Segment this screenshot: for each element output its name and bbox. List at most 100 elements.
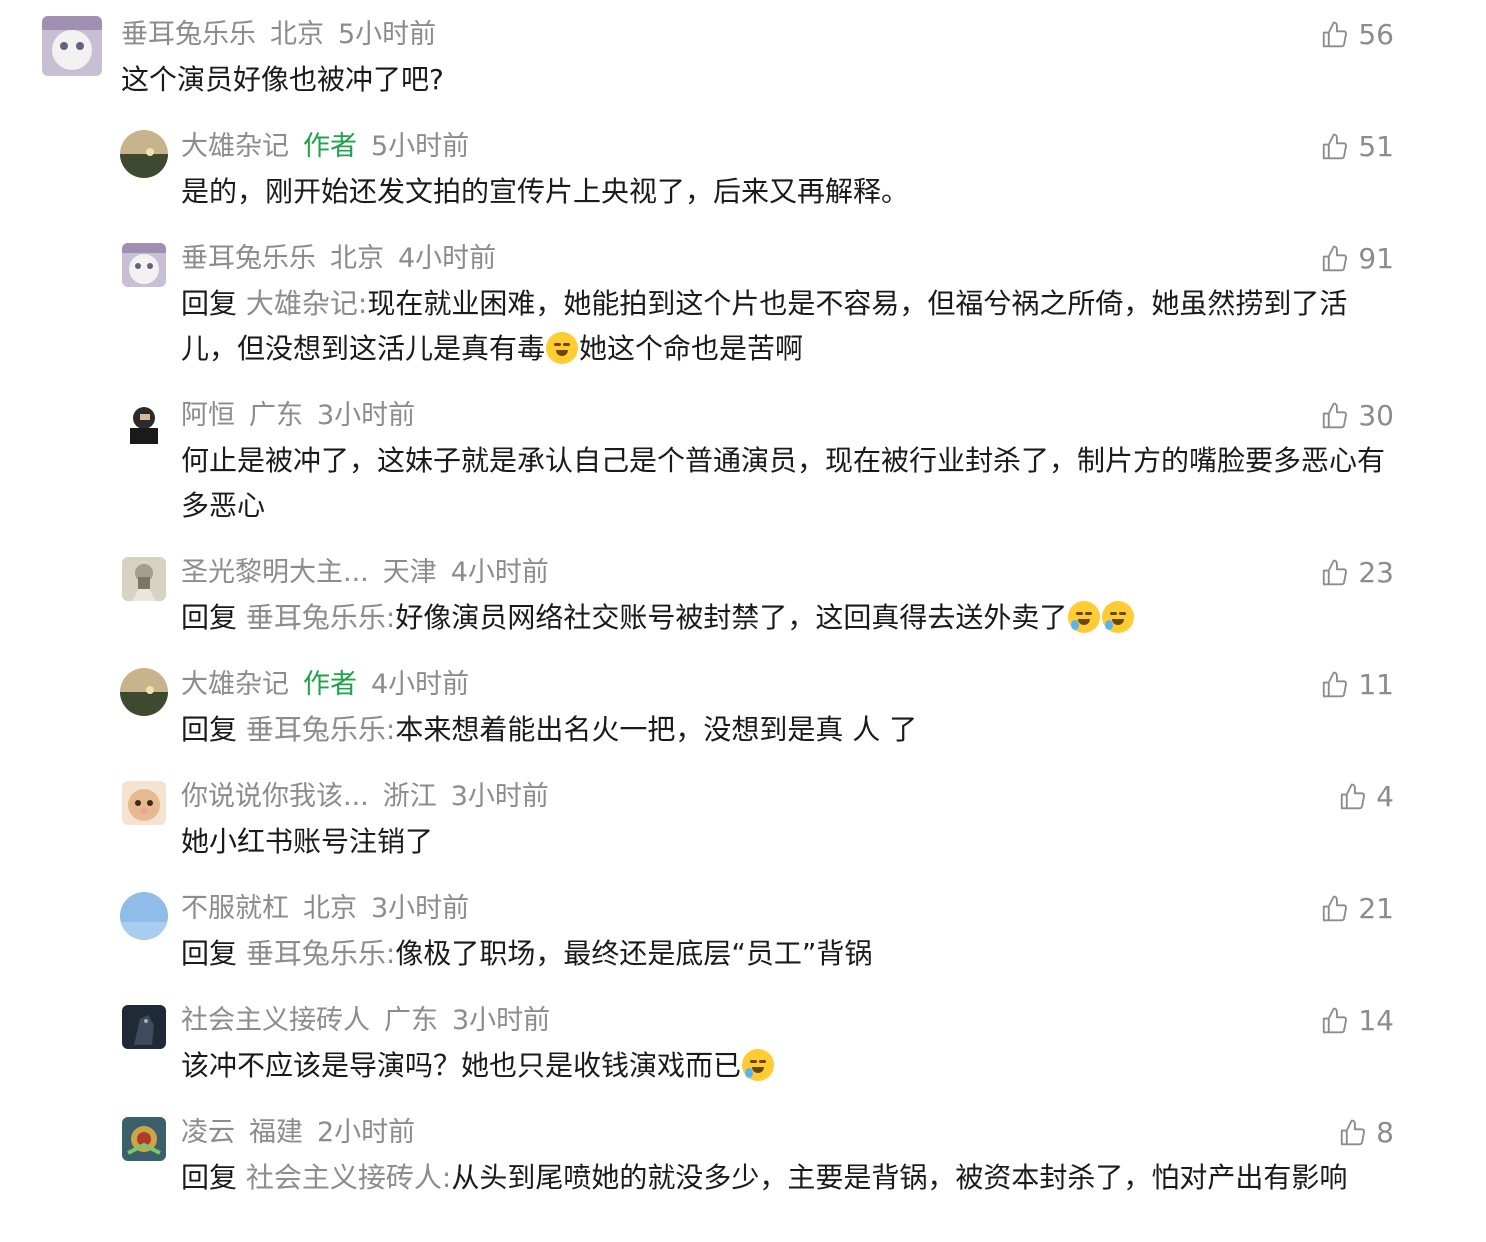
avatar[interactable]: [122, 1005, 166, 1049]
timestamp: 5小时前: [338, 19, 437, 50]
username[interactable]: 不服就杠: [181, 893, 289, 924]
like-button[interactable]: 91: [1320, 239, 1394, 279]
crying-laughing-emoji-icon: [742, 1049, 775, 1081]
avatar[interactable]: [122, 243, 166, 287]
timestamp: 3小时前: [452, 1005, 551, 1036]
timestamp: 5小时前: [371, 131, 470, 162]
like-count: 23: [1358, 556, 1394, 589]
reply-target[interactable]: 社会主义接砖人:: [246, 1161, 451, 1194]
username[interactable]: 凌云: [181, 1117, 235, 1148]
timestamp: 3小时前: [450, 781, 549, 812]
like-count: 30: [1358, 399, 1394, 432]
comment-header: 大雄杂记 作者 4小时前: [181, 665, 483, 705]
reply-target[interactable]: 垂耳兔乐乐:: [246, 713, 395, 746]
thumbs-up-icon: [1340, 783, 1366, 810]
like-count: 14: [1358, 1004, 1394, 1037]
username[interactable]: 圣光黎明大主...: [181, 557, 369, 588]
thumbs-up-icon: [1323, 133, 1348, 160]
avatar[interactable]: [120, 668, 168, 716]
location: 天津: [382, 557, 437, 588]
reply-target[interactable]: 大雄杂记:: [246, 287, 367, 320]
like-button[interactable]: 30: [1320, 396, 1394, 436]
location: 广东: [249, 400, 303, 431]
author-badge: 作者: [303, 131, 357, 162]
comment-text: 是的，刚开始还发文拍的宣传片上央视了，后来又再解释。: [181, 175, 910, 208]
like-count: 21: [1358, 892, 1394, 925]
username[interactable]: 垂耳兔乐乐: [181, 243, 316, 274]
thumbs-up-icon: [1323, 1007, 1348, 1034]
like-count: 51: [1358, 130, 1394, 163]
comment-header: 阿恒 广东 3小时前: [181, 396, 429, 436]
thumbs-up-icon: [1323, 671, 1348, 698]
username[interactable]: 阿恒: [181, 400, 235, 431]
comment-text: 回复 社会主义接砖人:从头到尾喷她的就没多少，主要是背锅，被资本封杀了，怕对产出…: [181, 1161, 1348, 1194]
timestamp: 4小时前: [398, 243, 497, 274]
like-button[interactable]: 11: [1320, 665, 1394, 705]
like-button[interactable]: 21: [1320, 889, 1394, 929]
like-count: 91: [1358, 242, 1394, 275]
username[interactable]: 大雄杂记: [181, 131, 289, 162]
reply-label: 回复: [181, 287, 238, 320]
comment-header: 垂耳兔乐乐 北京 4小时前: [181, 239, 510, 279]
reply-label: 回复: [181, 937, 238, 970]
thumbs-up-icon: [1323, 402, 1348, 429]
thumbs-up-icon: [1323, 245, 1348, 272]
timestamp: 4小时前: [450, 557, 549, 588]
avatar[interactable]: [42, 16, 102, 76]
like-button[interactable]: 23: [1320, 553, 1394, 593]
author-badge: 作者: [303, 669, 357, 700]
comment-text: 回复 垂耳兔乐乐:本来想着能出名火一把，没想到是真 人 了: [181, 713, 918, 746]
comment-header: 社会主义接砖人 广东 3小时前: [181, 1001, 564, 1041]
location: 北京: [303, 893, 357, 924]
like-count: 8: [1376, 1116, 1394, 1149]
location: 浙江: [382, 781, 437, 812]
comment-text: 该冲不应该是导演吗？她也只是收钱演戏而已: [181, 1043, 1391, 1088]
reply-label: 回复: [181, 1161, 238, 1194]
timestamp: 2小时前: [317, 1117, 416, 1148]
reply-target[interactable]: 垂耳兔乐乐:: [246, 937, 395, 970]
comment-text: 回复 垂耳兔乐乐:好像演员网络社交账号被封禁了，这回真得去送外卖了: [181, 595, 1391, 640]
comment-text: 这个演员好像也被冲了吧?: [121, 63, 444, 96]
timestamp: 3小时前: [317, 400, 416, 431]
thinking-emoji-icon: [546, 332, 579, 364]
comment-text: 回复 大雄杂记:现在就业困难，她能拍到这个片也是不容易，但福兮祸之所倚，她虽然捞…: [181, 287, 1348, 365]
comment-header: 你说说你我该... 浙江 3小时前: [181, 777, 563, 817]
username[interactable]: 社会主义接砖人: [181, 1005, 370, 1036]
avatar[interactable]: [122, 1117, 166, 1161]
avatar[interactable]: [122, 557, 166, 601]
comment-text: 回复 垂耳兔乐乐:像极了职场，最终还是底层“员工”背锅: [181, 937, 873, 970]
comment-header: 不服就杠 北京 3小时前: [181, 889, 483, 929]
avatar[interactable]: [120, 130, 168, 178]
comment-header: 垂耳兔乐乐 北京 5小时前: [121, 15, 450, 55]
like-count: 4: [1376, 780, 1394, 813]
comment-text: 何止是被冲了，这妹子就是承认自己是个普通演员，现在被行业封杀了，制片方的嘴脸要多…: [181, 444, 1386, 522]
timestamp: 3小时前: [371, 893, 470, 924]
like-button[interactable]: 4: [1338, 777, 1394, 817]
location: 北京: [330, 243, 384, 274]
reply-label: 回复: [181, 713, 238, 746]
comment-header: 凌云 福建 2小时前: [181, 1113, 429, 1153]
comment-text: 她小红书账号注销了: [181, 825, 434, 858]
crying-laughing-emoji-icon: [1102, 601, 1135, 633]
like-button[interactable]: 51: [1320, 127, 1394, 167]
thumbs-up-icon: [1323, 21, 1348, 48]
avatar[interactable]: [120, 892, 168, 940]
thumbs-up-icon: [1323, 559, 1348, 586]
avatar[interactable]: [122, 400, 166, 444]
like-count: 56: [1358, 18, 1394, 51]
like-count: 11: [1358, 668, 1394, 701]
username[interactable]: 垂耳兔乐乐: [121, 19, 256, 50]
reply-target[interactable]: 垂耳兔乐乐:: [246, 601, 395, 634]
reply-label: 回复: [181, 601, 238, 634]
crying-laughing-emoji-icon: [1068, 601, 1101, 633]
like-button[interactable]: 8: [1338, 1113, 1394, 1153]
thumbs-up-icon: [1340, 1119, 1366, 1146]
comment-header: 大雄杂记 作者 5小时前: [181, 127, 483, 167]
like-button[interactable]: 14: [1320, 1001, 1394, 1041]
avatar[interactable]: [122, 781, 166, 825]
thumbs-up-icon: [1323, 895, 1348, 922]
location: 北京: [270, 19, 324, 50]
username[interactable]: 你说说你我该...: [181, 781, 369, 812]
username[interactable]: 大雄杂记: [181, 669, 289, 700]
like-button[interactable]: 56: [1320, 15, 1394, 55]
